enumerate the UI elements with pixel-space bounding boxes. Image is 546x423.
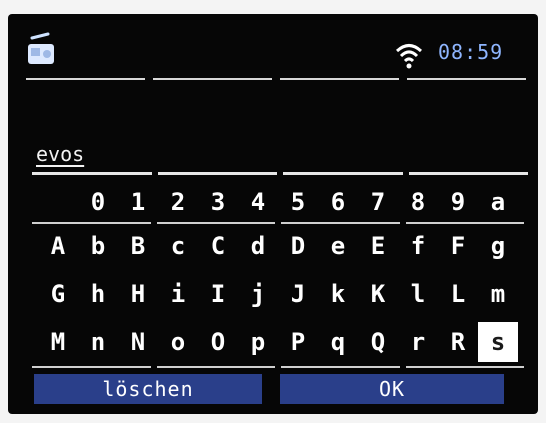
radio-icon: [28, 32, 54, 64]
key[interactable]: 5: [278, 182, 318, 222]
text-input-value[interactable]: evos: [36, 142, 84, 166]
key[interactable]: b: [78, 226, 118, 266]
key[interactable]: m: [478, 274, 518, 314]
key[interactable]: i: [158, 274, 198, 314]
key[interactable]: 4: [238, 182, 278, 222]
key[interactable]: r: [398, 322, 438, 362]
key[interactable]: 7: [358, 182, 398, 222]
key-spacer: [38, 182, 78, 222]
key[interactable]: M: [38, 322, 78, 362]
key[interactable]: 0: [78, 182, 118, 222]
key[interactable]: 3: [198, 182, 238, 222]
key[interactable]: k: [318, 274, 358, 314]
key[interactable]: L: [438, 274, 478, 314]
key[interactable]: j: [238, 274, 278, 314]
key[interactable]: g: [478, 226, 518, 266]
key[interactable]: I: [198, 274, 238, 314]
key[interactable]: q: [318, 322, 358, 362]
key[interactable]: A: [38, 226, 78, 266]
key[interactable]: K: [358, 274, 398, 314]
key[interactable]: R: [438, 322, 478, 362]
keyboard-row: 0 1 2 3 4 5 6 7 8 9 a: [32, 182, 524, 224]
key[interactable]: e: [318, 226, 358, 266]
key[interactable]: H: [118, 274, 158, 314]
delete-button[interactable]: löschen: [34, 374, 262, 404]
key[interactable]: 2: [158, 182, 198, 222]
key[interactable]: c: [158, 226, 198, 266]
keyboard-row: A b B c C d D e E f F g: [38, 222, 518, 270]
key[interactable]: 6: [318, 182, 358, 222]
key[interactable]: 9: [438, 182, 478, 222]
input-underline: [32, 172, 528, 175]
key[interactable]: F: [438, 226, 478, 266]
keyboard-row: G h H i I j J k K l L m: [38, 270, 518, 318]
key[interactable]: 1: [118, 182, 158, 222]
status-divider: [26, 78, 526, 81]
key[interactable]: p: [238, 322, 278, 362]
key[interactable]: d: [238, 226, 278, 266]
key[interactable]: l: [398, 274, 438, 314]
key[interactable]: G: [38, 274, 78, 314]
wifi-icon: [395, 44, 423, 69]
key[interactable]: P: [278, 322, 318, 362]
key[interactable]: h: [78, 274, 118, 314]
key-selected[interactable]: s: [478, 322, 518, 362]
key[interactable]: Q: [358, 322, 398, 362]
ok-button[interactable]: OK: [280, 374, 504, 404]
clock: 08:59: [438, 40, 504, 64]
key[interactable]: f: [398, 226, 438, 266]
character-keyboard: 0 1 2 3 4 5 6 7 8 9 a A b B c C d D e E …: [32, 182, 524, 368]
status-bar: 08:59: [8, 14, 538, 88]
key[interactable]: N: [118, 322, 158, 362]
key[interactable]: 8: [398, 182, 438, 222]
key[interactable]: C: [198, 226, 238, 266]
key[interactable]: D: [278, 226, 318, 266]
row-divider: [32, 366, 524, 368]
key[interactable]: B: [118, 226, 158, 266]
key[interactable]: a: [478, 182, 518, 222]
device-screen: 08:59 evos 0 1 2 3 4 5 6 7 8 9 a A b B c: [8, 14, 538, 414]
key[interactable]: O: [198, 322, 238, 362]
keyboard-row: M n N o O p P q Q r R s: [32, 318, 524, 368]
key[interactable]: o: [158, 322, 198, 362]
key[interactable]: E: [358, 226, 398, 266]
key[interactable]: J: [278, 274, 318, 314]
key[interactable]: n: [78, 322, 118, 362]
